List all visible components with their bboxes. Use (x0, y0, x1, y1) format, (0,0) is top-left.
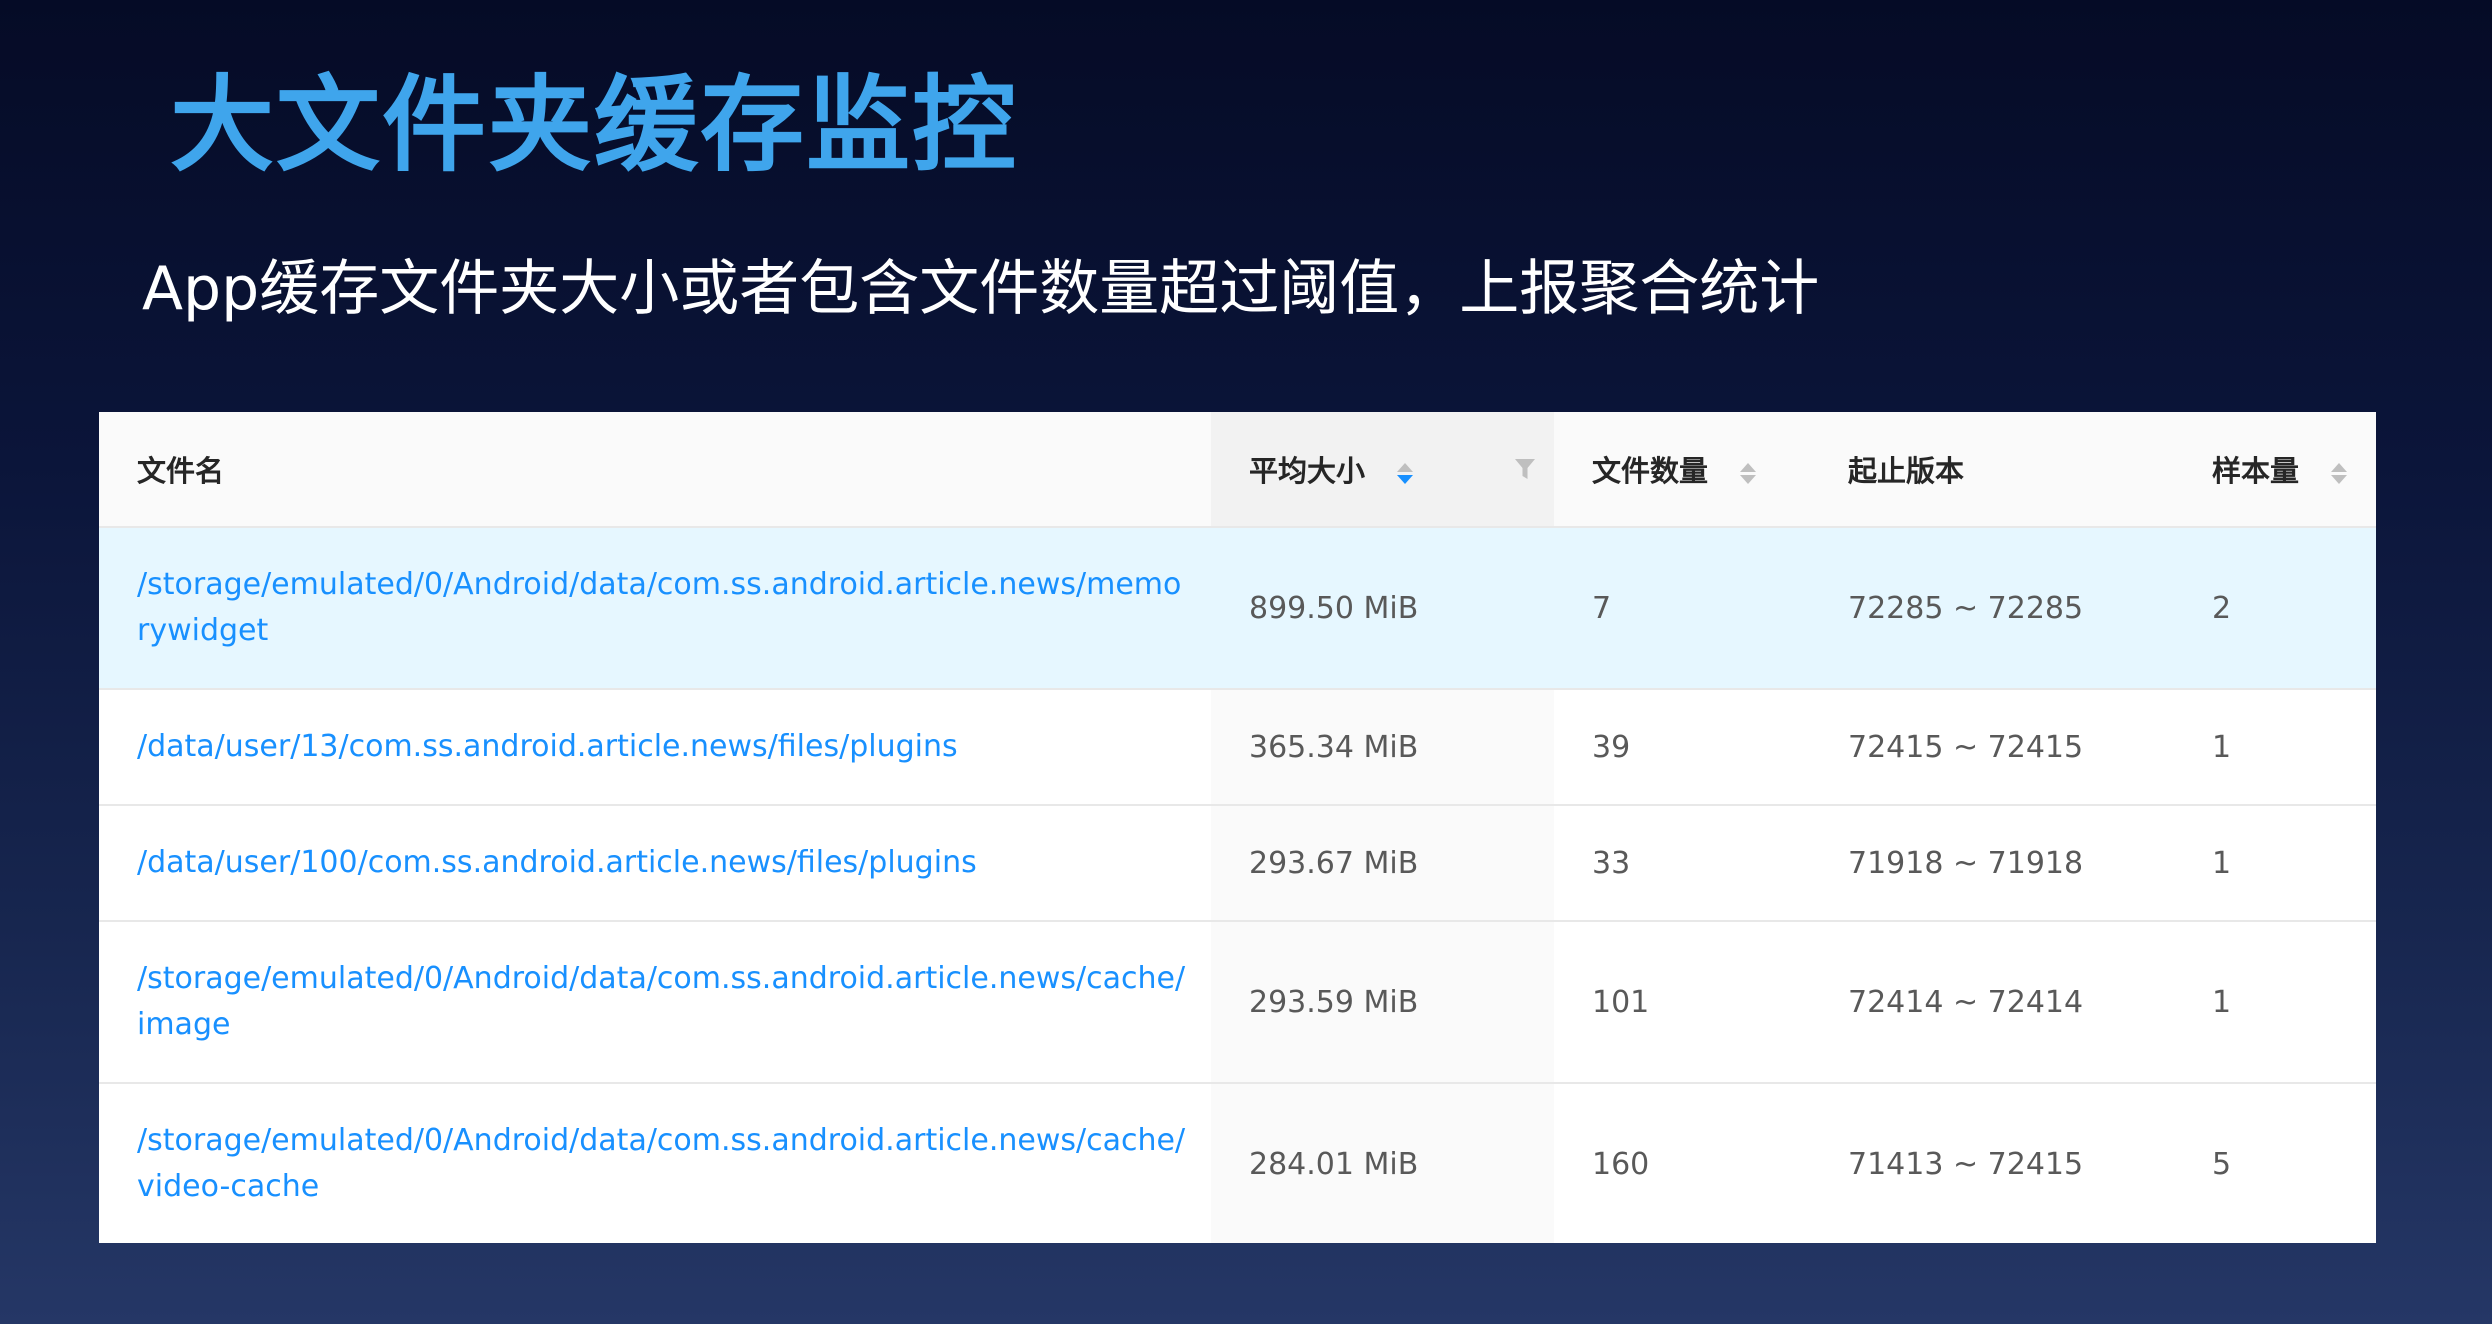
table-body: /storage/emulated/0/Android/data/com.ss.… (99, 527, 2376, 1243)
file-path-link[interactable]: /storage/emulated/0/Android/data/com.ss.… (99, 527, 1211, 690)
column-header-avg-size-label: 平均大小 (1249, 454, 1366, 488)
cache-monitor-table: 文件名 平均大小 文件数量 起止版本 样本量 /storage/emulated… (99, 412, 2376, 1243)
sort-descending-icon[interactable] (2331, 474, 2348, 484)
filter-icon[interactable] (1514, 457, 1536, 481)
table-row[interactable]: /data/user/100/com.ss.android.article.ne… (99, 805, 2376, 922)
file-count-cell: 160 (1554, 1083, 1810, 1243)
version-range-cell: 72285 ~ 72285 (1810, 527, 2174, 690)
sort-caret-icon[interactable] (1397, 462, 1414, 484)
sort-descending-icon[interactable] (1397, 474, 1414, 484)
column-header-version-range: 起止版本 (1810, 412, 2174, 528)
table-header: 文件名 平均大小 文件数量 起止版本 样本量 (99, 412, 2376, 528)
avg-size-cell: 284.01 MiB (1211, 1083, 1554, 1243)
avg-size-cell: 899.50 MiB (1211, 527, 1554, 690)
sort-caret-icon[interactable] (2331, 462, 2348, 484)
sort-ascending-icon[interactable] (2331, 462, 2348, 472)
file-path-link[interactable]: /storage/emulated/0/Android/data/com.ss.… (99, 921, 1211, 1084)
file-count-cell: 39 (1554, 689, 1810, 806)
sample-count-cell: 1 (2174, 805, 2376, 922)
file-count-cell: 33 (1554, 805, 1810, 922)
file-path-link[interactable]: /storage/emulated/0/Android/data/com.ss.… (99, 1083, 1211, 1243)
column-header-avg-size[interactable]: 平均大小 (1211, 412, 1554, 528)
file-count-cell: 7 (1554, 527, 1810, 690)
column-header-name: 文件名 (99, 412, 1211, 528)
sample-count-cell: 1 (2174, 921, 2376, 1084)
column-header-version-range-label: 起止版本 (1848, 454, 1965, 488)
file-path-link[interactable]: /data/user/100/com.ss.android.article.ne… (99, 805, 1211, 922)
avg-size-cell: 293.67 MiB (1211, 805, 1554, 922)
file-count-cell: 101 (1554, 921, 1810, 1084)
column-header-file-count-label: 文件数量 (1592, 454, 1709, 488)
version-range-cell: 72415 ~ 72415 (1810, 689, 2174, 806)
sample-count-cell: 2 (2174, 527, 2376, 690)
slide-subtitle: App缓存文件夹大小或者包含文件数量超过阈值，上报聚合统计 (142, 254, 1820, 324)
column-header-file-count[interactable]: 文件数量 (1554, 412, 1810, 528)
file-path-link[interactable]: /data/user/13/com.ss.android.article.new… (99, 689, 1211, 806)
sort-caret-icon[interactable] (1740, 462, 1757, 484)
version-range-cell: 71413 ~ 72415 (1810, 1083, 2174, 1243)
avg-size-cell: 365.34 MiB (1211, 689, 1554, 806)
sort-ascending-icon[interactable] (1397, 462, 1414, 472)
table-row[interactable]: /data/user/13/com.ss.android.article.new… (99, 689, 2376, 806)
sort-descending-icon[interactable] (1740, 474, 1757, 484)
table-row[interactable]: /storage/emulated/0/Android/data/com.ss.… (99, 1083, 2376, 1243)
sort-ascending-icon[interactable] (1740, 462, 1757, 472)
sample-count-cell: 5 (2174, 1083, 2376, 1243)
table-row[interactable]: /storage/emulated/0/Android/data/com.ss.… (99, 527, 2376, 690)
avg-size-cell: 293.59 MiB (1211, 921, 1554, 1084)
version-range-cell: 71918 ~ 71918 (1810, 805, 2174, 922)
slide-title: 大文件夹缓存监控 (170, 64, 1019, 186)
header-row: 文件名 平均大小 文件数量 起止版本 样本量 (99, 412, 2376, 528)
column-header-sample-count-label: 样本量 (2212, 454, 2300, 488)
sample-count-cell: 1 (2174, 689, 2376, 806)
version-range-cell: 72414 ~ 72414 (1810, 921, 2174, 1084)
column-header-name-label: 文件名 (137, 454, 225, 488)
table-row[interactable]: /storage/emulated/0/Android/data/com.ss.… (99, 921, 2376, 1084)
data-table: 文件名 平均大小 文件数量 起止版本 样本量 /storage/emulated… (99, 412, 2376, 1243)
column-header-sample-count[interactable]: 样本量 (2174, 412, 2376, 528)
